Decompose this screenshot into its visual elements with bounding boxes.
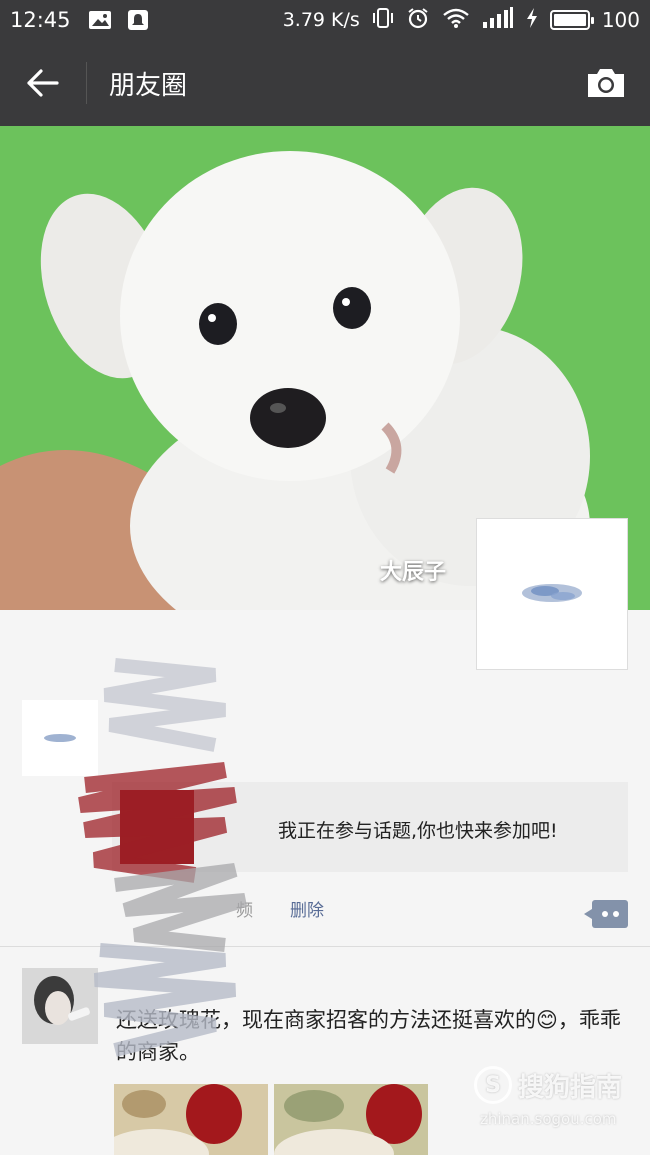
delete-link[interactable]: 删除 <box>290 896 324 921</box>
comment-button[interactable] <box>584 900 628 928</box>
comment-dots-icon <box>601 911 608 917</box>
shared-link-text: 我正在参与话题,你也快来参加吧! <box>278 820 558 842</box>
watermark-brand: 搜狗指南 <box>518 1072 623 1103</box>
moment-avatar[interactable] <box>22 968 98 1044</box>
camera-icon <box>588 69 624 97</box>
camera-button[interactable] <box>562 40 650 126</box>
network-speed: 3.79 K/s <box>282 9 360 31</box>
avatar-image <box>44 734 76 742</box>
shared-link-thumbnail <box>120 790 194 864</box>
battery-percent: 100 <box>601 8 640 32</box>
status-bar: 12:45 3.79 K/s 100 <box>0 0 650 40</box>
charging-icon <box>526 7 538 34</box>
moment-text: 还送玫瑰花，现在商家招客的方法还挺喜欢的😊，乖乖的商家。 <box>116 1008 621 1064</box>
cover-user-name: 大辰子 <box>380 560 447 585</box>
avatar-image <box>522 584 582 602</box>
battery-icon <box>549 10 594 30</box>
watermark-url: zhinan.sogou.com <box>480 1110 617 1128</box>
page-title: 朋友圈 <box>109 70 188 101</box>
wifi-icon <box>442 7 470 34</box>
rose-photo <box>114 1084 268 1155</box>
moment-photo[interactable] <box>274 1084 428 1155</box>
action-bar-divider <box>86 62 87 104</box>
image-icon <box>87 9 113 31</box>
moment-photo[interactable] <box>114 1084 268 1155</box>
watermark: S 搜狗指南 <box>474 1066 622 1104</box>
action-bar: 朋友圈 <box>0 40 650 126</box>
back-arrow-icon <box>27 69 59 97</box>
back-button[interactable] <box>0 40 86 126</box>
alarm-icon <box>406 6 430 35</box>
profile-avatar[interactable] <box>476 518 628 670</box>
vibrate-icon <box>372 7 394 34</box>
sogou-logo-icon: S <box>474 1066 512 1104</box>
moment-divider <box>0 946 650 947</box>
battery-fill <box>553 14 586 26</box>
signal-icon <box>482 6 514 34</box>
shared-link-card[interactable]: 我正在参与话题,你也快来参加吧! <box>112 782 628 872</box>
avatar-image <box>22 968 98 1044</box>
moment-avatar[interactable] <box>22 700 98 776</box>
notification-icon <box>125 9 151 31</box>
rose-photo <box>274 1084 428 1155</box>
moment-meta: 频 <box>236 901 253 921</box>
comment-dot <box>612 911 619 917</box>
status-time: 12:45 <box>10 8 71 32</box>
